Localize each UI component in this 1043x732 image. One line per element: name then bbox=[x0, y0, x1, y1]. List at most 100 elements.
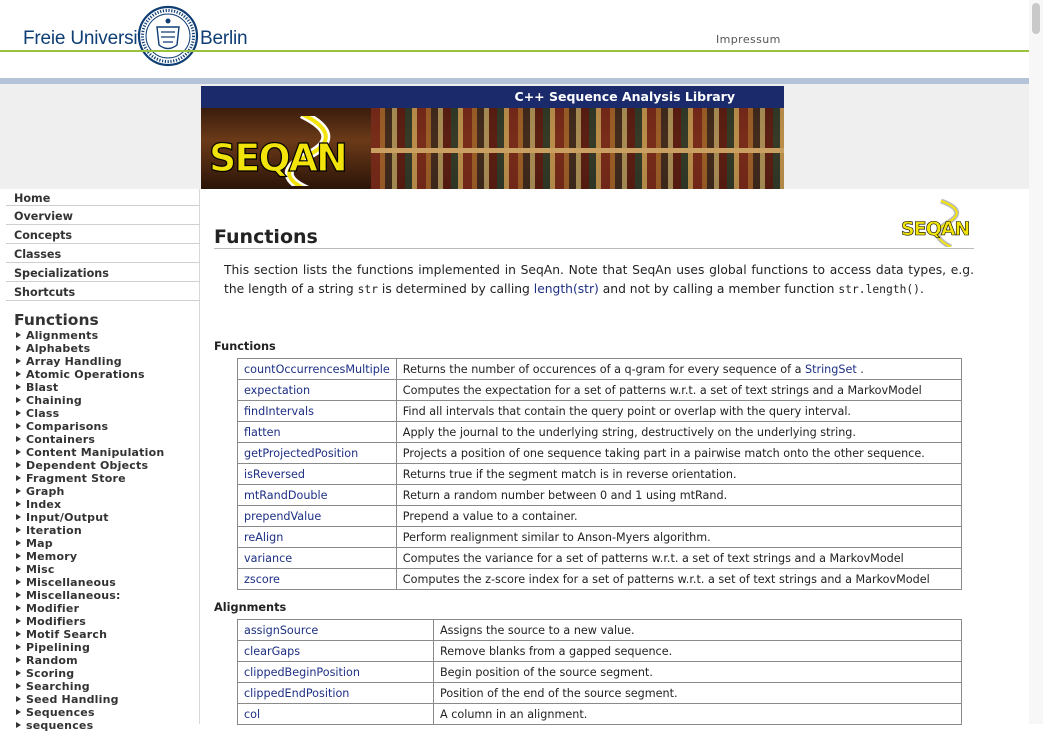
nav-subitem[interactable]: Alphabets bbox=[16, 342, 199, 355]
nav-subitem[interactable]: Array Handling bbox=[16, 355, 199, 368]
seqan-banner: C++ Sequence Analysis Library SEQAN bbox=[201, 86, 784, 189]
expand-arrow-icon[interactable] bbox=[16, 501, 21, 507]
table-row: clippedBeginPosition Begin position of th… bbox=[237, 661, 962, 683]
nav-section-title[interactable]: Functions bbox=[14, 311, 199, 329]
expand-arrow-icon[interactable] bbox=[16, 631, 21, 637]
seqan-logo[interactable]: SEQAN bbox=[207, 116, 377, 186]
expand-arrow-icon[interactable] bbox=[16, 696, 21, 702]
description-link[interactable]: StringSet bbox=[805, 363, 857, 376]
nav-subitem[interactable]: Memory bbox=[16, 550, 199, 563]
expand-arrow-icon[interactable] bbox=[16, 618, 21, 624]
expand-arrow-icon[interactable] bbox=[16, 553, 21, 559]
section-heading: Functions bbox=[214, 340, 276, 353]
expand-arrow-icon[interactable] bbox=[16, 358, 21, 364]
nav-item[interactable]: Specializations bbox=[6, 263, 200, 282]
function-link[interactable]: clippedEndPosition bbox=[237, 682, 434, 704]
nav-subitem[interactable]: Searching bbox=[16, 680, 199, 693]
function-link[interactable]: reAlign bbox=[237, 526, 397, 548]
nav-item[interactable]: Home bbox=[6, 189, 200, 206]
nav-subitem[interactable]: Miscellaneous: bbox=[16, 589, 199, 602]
nav-subitem[interactable]: Misc bbox=[16, 563, 199, 576]
nav-subitem[interactable]: Class bbox=[16, 407, 199, 420]
function-link[interactable]: clippedBeginPosition bbox=[237, 661, 434, 683]
function-link[interactable]: variance bbox=[237, 547, 397, 569]
expand-arrow-icon[interactable] bbox=[16, 475, 21, 481]
university-seal-logo[interactable] bbox=[137, 5, 199, 67]
nav-item[interactable]: Overview bbox=[6, 206, 200, 225]
function-link[interactable]: col bbox=[237, 703, 434, 725]
function-link[interactable]: expectation bbox=[237, 379, 397, 401]
nav-subitem[interactable]: Iteration bbox=[16, 524, 199, 537]
description-text: Find all intervals that contain the quer… bbox=[402, 404, 851, 418]
nav-subitem[interactable]: Miscellaneous bbox=[16, 576, 199, 589]
function-link[interactable]: findIntervals bbox=[237, 400, 397, 422]
nav-subitem[interactable]: Containers bbox=[16, 433, 199, 446]
expand-arrow-icon[interactable] bbox=[16, 436, 21, 442]
nav-subitem[interactable]: Index bbox=[16, 498, 199, 511]
nav-subitem[interactable]: Content Manipulation bbox=[16, 446, 199, 459]
expand-arrow-icon[interactable] bbox=[16, 683, 21, 689]
nav-subitem[interactable]: Comparisons bbox=[16, 420, 199, 433]
function-link[interactable]: flatten bbox=[237, 421, 397, 443]
nav-subitem[interactable]: Dependent Objects bbox=[16, 459, 199, 472]
expand-arrow-icon[interactable] bbox=[16, 592, 21, 598]
function-link[interactable]: prependValue bbox=[237, 505, 397, 527]
expand-arrow-icon[interactable] bbox=[16, 605, 21, 611]
expand-arrow-icon[interactable] bbox=[16, 488, 21, 494]
function-link[interactable]: isReversed bbox=[237, 463, 397, 485]
function-link[interactable]: assignSource bbox=[237, 619, 434, 641]
nav-item[interactable]: Classes bbox=[6, 244, 200, 263]
nav-subitem[interactable]: Modifier bbox=[16, 602, 199, 615]
expand-arrow-icon[interactable] bbox=[16, 345, 21, 351]
nav-subitem[interactable]: Graph bbox=[16, 485, 199, 498]
nav-subitem-label: Iteration bbox=[26, 524, 82, 537]
expand-arrow-icon[interactable] bbox=[16, 540, 21, 546]
function-link[interactable]: getProjectedPosition bbox=[237, 442, 397, 464]
expand-arrow-icon[interactable] bbox=[16, 644, 21, 650]
vertical-scrollbar[interactable] bbox=[1029, 0, 1043, 724]
length-link[interactable]: length(str) bbox=[534, 282, 599, 296]
expand-arrow-icon[interactable] bbox=[16, 670, 21, 676]
nav-subitem[interactable]: Blast bbox=[16, 381, 199, 394]
expand-arrow-icon[interactable] bbox=[16, 397, 21, 403]
function-link[interactable]: countOccurrencesMultiple bbox=[237, 358, 397, 380]
expand-arrow-icon[interactable] bbox=[16, 527, 21, 533]
nav-subitem[interactable]: Motif Search bbox=[16, 628, 199, 641]
function-link[interactable]: zscore bbox=[237, 568, 397, 590]
nav-subitem[interactable]: Map bbox=[16, 537, 199, 550]
impressum-link[interactable]: Impressum bbox=[716, 33, 781, 46]
expand-arrow-icon[interactable] bbox=[16, 462, 21, 468]
nav-subitem[interactable]: Sequences bbox=[16, 706, 199, 719]
nav-subitem[interactable]: Seed Handling bbox=[16, 693, 199, 706]
nav-subitem[interactable]: Atomic Operations bbox=[16, 368, 199, 381]
expand-arrow-icon[interactable] bbox=[16, 423, 21, 429]
function-link[interactable]: clearGaps bbox=[237, 640, 434, 662]
nav-subitem[interactable]: Chaining bbox=[16, 394, 199, 407]
expand-arrow-icon[interactable] bbox=[16, 410, 21, 416]
nav-subitem[interactable]: Modifiers bbox=[16, 615, 199, 628]
nav-item[interactable]: Shortcuts bbox=[6, 282, 200, 301]
function-link[interactable]: mtRandDouble bbox=[237, 484, 397, 506]
expand-arrow-icon[interactable] bbox=[16, 371, 21, 377]
nav-subitem-label: Miscellaneous: bbox=[26, 589, 121, 602]
function-description: Prepend a value to a container. bbox=[395, 505, 963, 527]
scrollbar-thumb[interactable] bbox=[1032, 3, 1040, 34]
nav-subitem[interactable]: Input/Output bbox=[16, 511, 199, 524]
expand-arrow-icon[interactable] bbox=[16, 514, 21, 520]
nav-subitem[interactable]: Fragment Store bbox=[16, 472, 199, 485]
nav-subitem[interactable]: Pipelining bbox=[16, 641, 199, 654]
expand-arrow-icon[interactable] bbox=[16, 566, 21, 572]
expand-arrow-icon[interactable] bbox=[16, 722, 21, 728]
expand-arrow-icon[interactable] bbox=[16, 579, 21, 585]
expand-arrow-icon[interactable] bbox=[16, 449, 21, 455]
nav-item[interactable]: Concepts bbox=[6, 225, 200, 244]
nav-subitem[interactable]: Alignments bbox=[16, 329, 199, 342]
expand-arrow-icon[interactable] bbox=[16, 384, 21, 390]
function-description: Position of the end of the source segmen… bbox=[433, 682, 962, 704]
expand-arrow-icon[interactable] bbox=[16, 657, 21, 663]
expand-arrow-icon[interactable] bbox=[16, 709, 21, 715]
nav-subitem[interactable]: Scoring bbox=[16, 667, 199, 680]
nav-subitem[interactable]: sequences bbox=[16, 719, 199, 732]
expand-arrow-icon[interactable] bbox=[16, 332, 21, 338]
nav-subitem[interactable]: Random bbox=[16, 654, 199, 667]
